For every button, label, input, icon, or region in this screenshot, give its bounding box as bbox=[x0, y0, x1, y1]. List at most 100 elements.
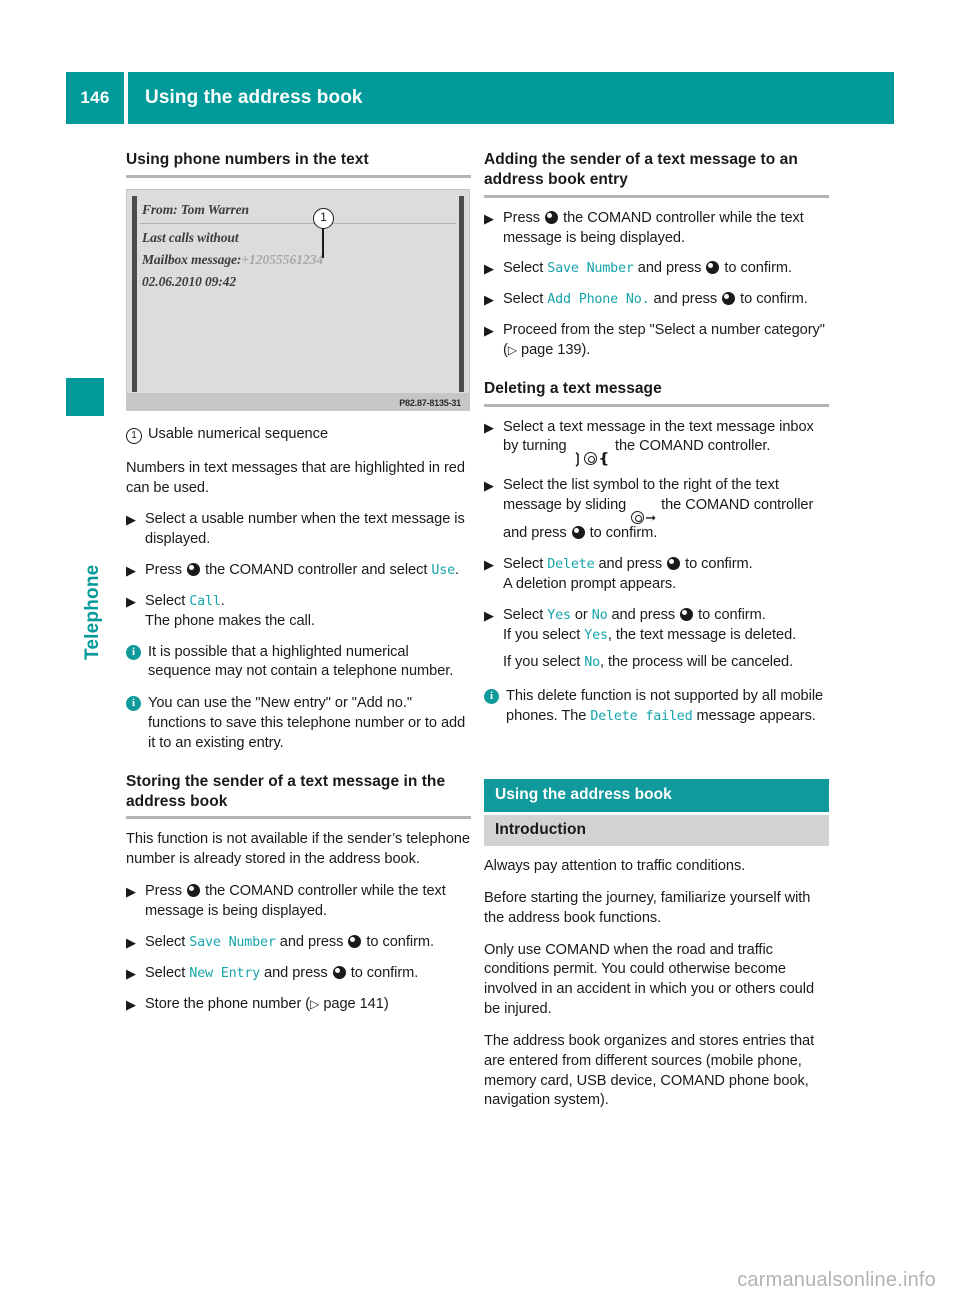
figure-callout-1: 1 bbox=[313, 207, 334, 229]
ui-label-use: Use bbox=[431, 563, 455, 579]
figure-subject-line: Last calls without bbox=[142, 229, 239, 245]
step-text: Store the phone number ( bbox=[145, 995, 311, 1012]
comand-press-icon bbox=[722, 292, 736, 306]
info-icon: i bbox=[126, 696, 141, 712]
step-select-call: ▶ Select Call. The phone makes the call. bbox=[126, 592, 471, 632]
figure-mailbox-label: Mailbox message: bbox=[142, 251, 242, 267]
step-text: to confirm. bbox=[346, 964, 419, 981]
info-icon: i bbox=[126, 644, 141, 660]
step-arrow-icon: ▶ bbox=[126, 884, 136, 900]
step-text: Press bbox=[503, 209, 545, 226]
intro-para-1: Always pay attention to traffic conditio… bbox=[484, 857, 746, 874]
legend-text: Usable numerical sequence bbox=[148, 425, 329, 442]
figure-mailbox-line: Mailbox message:+12055561234 bbox=[142, 252, 323, 268]
step-select-yes-or-no: ▶ Select Yes or No and press to confirm. … bbox=[484, 606, 829, 674]
step-text: and press bbox=[607, 606, 680, 623]
info-note-highlighted-sequence: i It is possible that a highlighted numer… bbox=[126, 643, 471, 683]
step-text: Select bbox=[503, 556, 548, 573]
figure-highlighted-number: +12055561234 bbox=[241, 251, 324, 267]
step-arrow-icon: ▶ bbox=[126, 965, 136, 981]
step-arrow-icon: ▶ bbox=[126, 593, 136, 609]
comand-press-icon bbox=[680, 607, 694, 621]
page-number: 146 bbox=[66, 72, 124, 124]
ui-label-add-phone-no: Add Phone No. bbox=[547, 292, 650, 308]
step-text: or bbox=[570, 606, 592, 623]
section-heading-storing-sender: Storing the sender of a text message in … bbox=[126, 772, 446, 810]
step-text: to confirm. bbox=[720, 260, 792, 277]
intro-para-3: Only use COMAND when the road and traffi… bbox=[484, 941, 815, 1018]
section-heading-adding-sender: Adding the sender of a text message to a… bbox=[484, 151, 798, 188]
step-substatement-yes: If you select Yes, the text message is d… bbox=[503, 626, 797, 643]
step-arrow-icon: ▶ bbox=[126, 563, 136, 579]
ui-label-save-number: Save Number bbox=[189, 934, 276, 950]
step-text: to confirm. bbox=[736, 291, 808, 308]
figure-scrollbar-right bbox=[459, 195, 464, 392]
step-text: Select bbox=[145, 592, 190, 609]
step-text: Press bbox=[145, 883, 187, 900]
step-arrow-icon: ▶ bbox=[484, 323, 494, 339]
heading-rule bbox=[484, 403, 829, 407]
chapter-tab-label: Telephone bbox=[82, 564, 103, 660]
info-note-new-entry: i You can use the "New entry" or "Add no.… bbox=[126, 694, 471, 754]
step-select-delete: ▶ Select Delete and press to confirm. A d… bbox=[484, 555, 829, 595]
page-reference[interactable]: page 141 bbox=[323, 996, 384, 1012]
step-text: and press bbox=[260, 964, 332, 981]
comand-press-icon bbox=[348, 934, 362, 948]
step-text: to confirm. bbox=[585, 525, 658, 542]
step-select-message-by-turning: ▶ Select a text message in the text messa… bbox=[484, 418, 829, 466]
step-select-save-number-right: ▶ Select Save Number and press to confirm… bbox=[484, 259, 829, 279]
heading-rule bbox=[484, 194, 829, 198]
figure-sender-line: From: Tom Warren bbox=[142, 201, 249, 217]
step-text: Select a usable number when the text mes… bbox=[145, 511, 465, 548]
step-text: Press bbox=[145, 562, 187, 579]
comand-press-icon bbox=[706, 261, 720, 275]
legend-number-icon: 1 bbox=[126, 427, 142, 444]
step-text: the COMAND controller and select bbox=[201, 562, 432, 579]
comand-press-icon bbox=[545, 210, 559, 224]
heading-rule bbox=[126, 816, 471, 820]
intro-paragraph: Numbers in text messages that are highli… bbox=[126, 459, 465, 496]
ui-label-delete: Delete bbox=[547, 557, 595, 573]
section-heading-phone-numbers: Using phone numbers in the text bbox=[126, 151, 369, 168]
right-column: Adding the sender of a text message to a… bbox=[484, 150, 829, 1123]
ui-label-delete-failed: Delete failed bbox=[590, 709, 693, 725]
note-text: You can use the "New entry" or "Add no."… bbox=[148, 695, 466, 751]
step-text: Select bbox=[503, 291, 548, 308]
step-arrow-icon: ▶ bbox=[484, 292, 494, 308]
page-reference[interactable]: page 139 bbox=[521, 342, 582, 358]
step-arrow-icon: ▶ bbox=[126, 512, 136, 528]
subsection-banner-introduction: Introduction bbox=[484, 814, 829, 846]
page-header: 146 Using the address book bbox=[66, 72, 894, 124]
figure-reference-code: P82.87-8135-31 bbox=[399, 397, 461, 408]
chapter-tab-marker bbox=[66, 378, 104, 416]
page-ref-arrow-icon: ▷ bbox=[507, 342, 517, 357]
step-text: ) bbox=[383, 995, 389, 1012]
step-arrow-icon: ▶ bbox=[484, 607, 494, 623]
info-icon: i bbox=[484, 689, 499, 705]
step-substatement: A deletion prompt appears. bbox=[503, 575, 677, 592]
step-text: Select bbox=[503, 606, 548, 623]
section-heading-deleting-message: Deleting a text message bbox=[484, 379, 662, 397]
step-store-phone-number: ▶ Store the phone number (▷ page 141) bbox=[126, 995, 471, 1015]
comand-press-icon bbox=[667, 557, 681, 571]
step-select-usable-number: ▶ Select a usable number when the text me… bbox=[126, 510, 471, 550]
left-column: Using phone numbers in the text From: To… bbox=[126, 150, 471, 1025]
ui-label-yes: Yes bbox=[584, 627, 608, 643]
step-proceed-select-category: ▶ Proceed from the step "Select a number … bbox=[484, 321, 829, 361]
step-text: and press bbox=[633, 260, 706, 277]
comand-turn-icon: ❳ ❴ bbox=[571, 450, 610, 467]
step-substatement-no: If you select No, the process will be ca… bbox=[503, 654, 794, 671]
step-arrow-icon: ▶ bbox=[126, 934, 136, 950]
ui-label-no: No bbox=[591, 607, 608, 623]
intro-para-4: The address book organizes and stores en… bbox=[484, 1032, 815, 1109]
step-text: . bbox=[220, 592, 225, 609]
figure-timestamp-line: 02.06.2010 09:42 bbox=[142, 273, 237, 289]
step-arrow-icon: ▶ bbox=[484, 210, 494, 226]
step-select-new-entry: ▶ Select New Entry and press to confirm. bbox=[126, 964, 471, 984]
comand-press-icon bbox=[332, 965, 346, 979]
figure-legend-item: 1 Usable numerical sequence bbox=[126, 425, 471, 445]
comand-press-icon bbox=[187, 884, 201, 898]
page-title: Using the address book bbox=[128, 72, 894, 124]
figure-scrollbar-left bbox=[132, 195, 137, 392]
